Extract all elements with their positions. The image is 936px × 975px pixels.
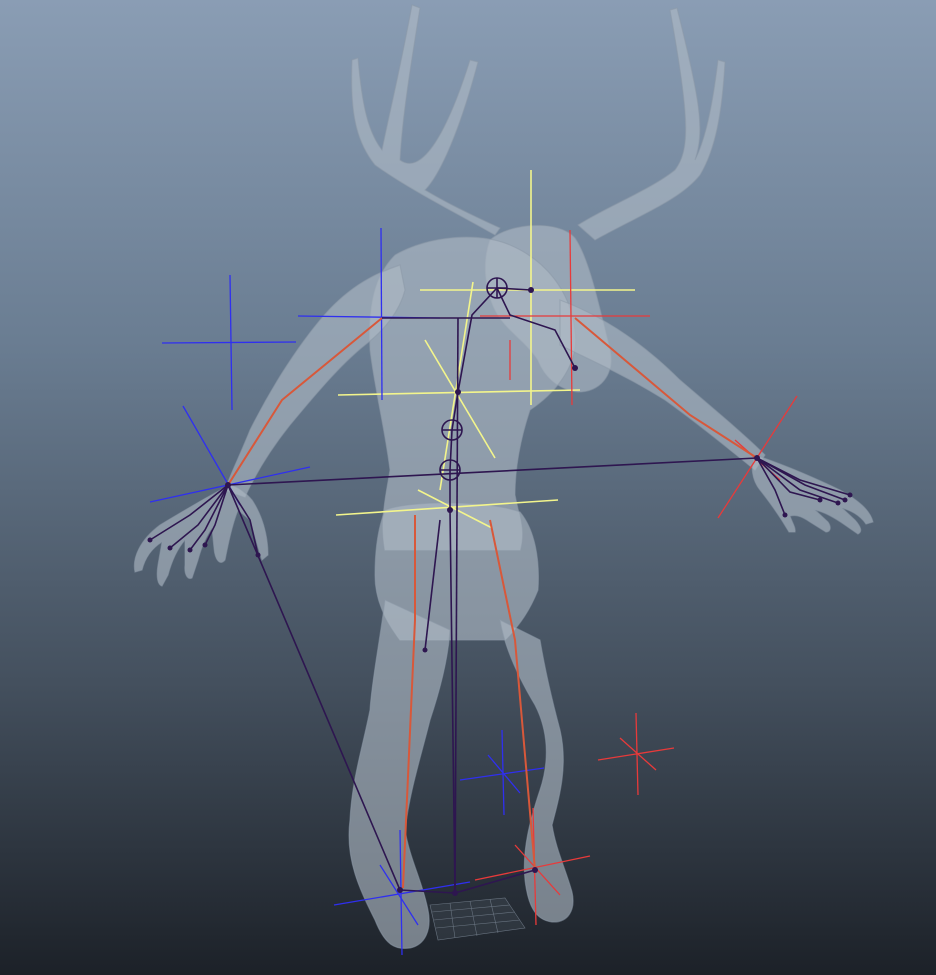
right-knee-pole-control[interactable]	[597, 712, 675, 796]
left-antler	[351, 4, 501, 236]
right-antler	[576, 7, 726, 241]
left-knee-pole-control[interactable]	[459, 729, 545, 816]
scene-canvas[interactable]	[0, 0, 936, 975]
maya-viewport[interactable]	[0, 0, 936, 975]
floor-grid	[429, 897, 526, 941]
